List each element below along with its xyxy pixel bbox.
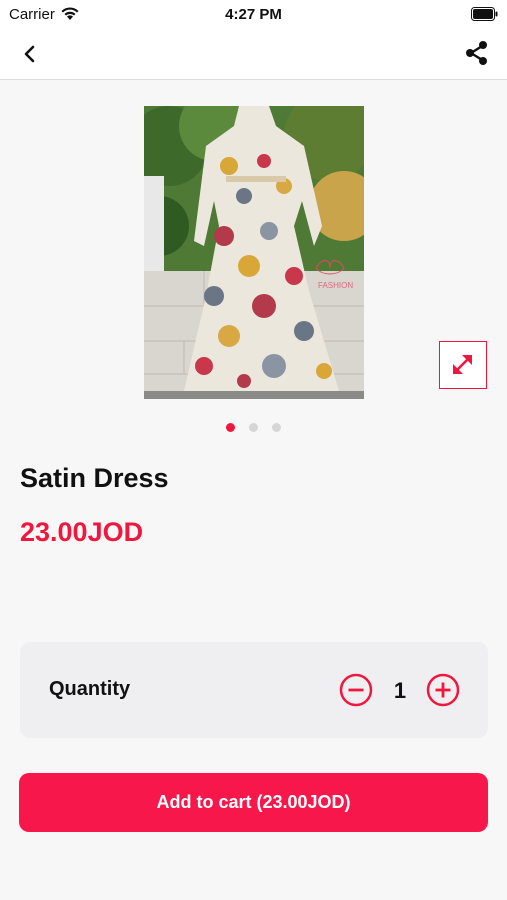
- add-to-cart-button[interactable]: Add to cart (23.00JOD): [19, 773, 488, 832]
- battery-icon: [471, 7, 498, 21]
- back-button[interactable]: [14, 38, 46, 70]
- page-dot-2[interactable]: [249, 423, 258, 432]
- expand-image-button[interactable]: [439, 341, 487, 389]
- decrease-quantity-button[interactable]: [339, 673, 373, 707]
- dress-photo: FASHION: [144, 106, 364, 399]
- quantity-value: 1: [393, 678, 407, 703]
- minus-circle-icon: [339, 673, 373, 707]
- increase-quantity-button[interactable]: [426, 673, 460, 707]
- clock: 4:27 PM: [225, 6, 282, 23]
- status-bar: Carrier 4:27 PM: [0, 0, 507, 28]
- page-dot-3[interactable]: [272, 423, 282, 432]
- product-price: 23.00JOD: [20, 517, 144, 547]
- product-title: Satin Dress: [20, 463, 169, 493]
- navigation-bar: [0, 28, 507, 80]
- quantity-card: Quantity 1: [20, 642, 488, 738]
- share-icon: [466, 41, 487, 65]
- quantity-label: Quantity: [49, 678, 131, 700]
- share-button[interactable]: [461, 37, 493, 69]
- expand-arrows-icon: [453, 355, 472, 374]
- watermark-text: FASHION: [318, 281, 353, 290]
- chevron-left-icon: [24, 45, 35, 63]
- page-dot-1[interactable]: [225, 423, 235, 432]
- image-page-indicator: [0, 419, 507, 437]
- product-image[interactable]: FASHION: [144, 106, 364, 399]
- plus-circle-icon: [426, 673, 460, 707]
